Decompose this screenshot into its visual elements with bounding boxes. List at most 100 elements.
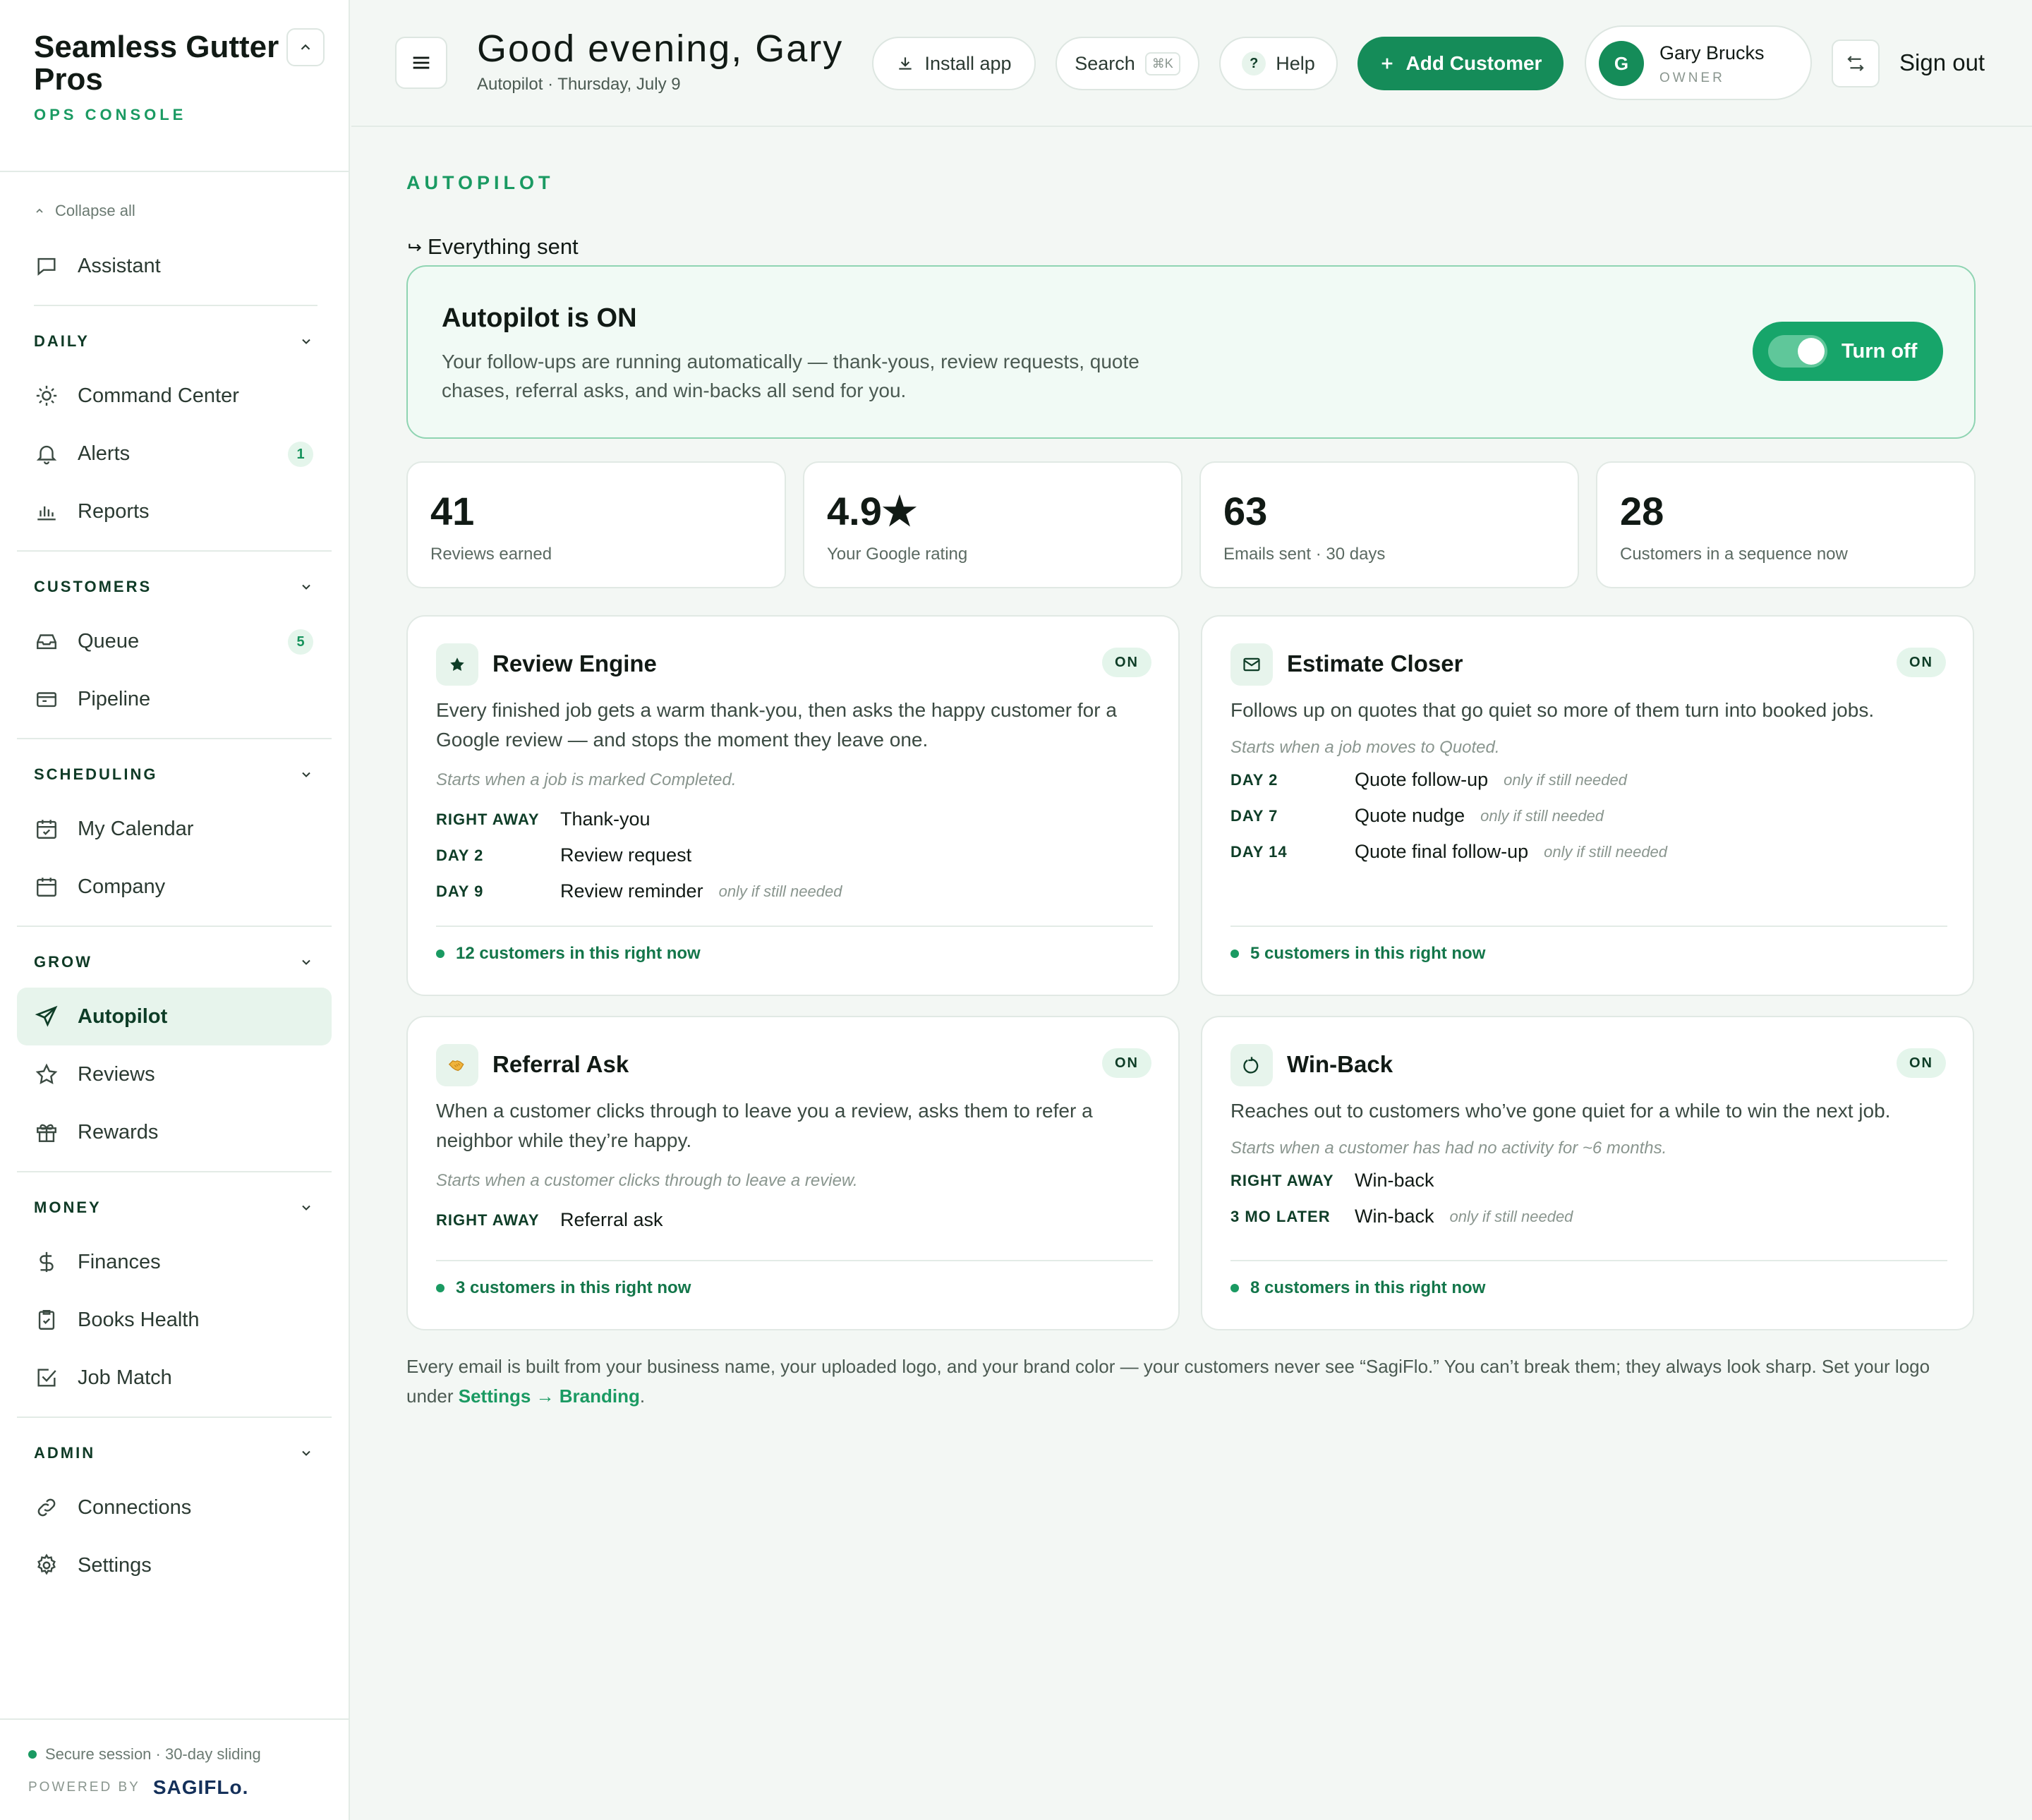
sidebar-item-my-calendar[interactable]: My Calendar [17, 800, 332, 858]
nav-section-label: CUSTOMERS [34, 578, 152, 595]
user-menu[interactable]: G Gary Brucks OWNER [1585, 25, 1812, 100]
everything-sent-link[interactable]: Everything sent [406, 234, 579, 260]
sidebar-item-command-center[interactable]: Command Center [17, 367, 332, 425]
nav-section-customers[interactable]: CUSTOMERS [17, 562, 332, 612]
nav-section-money[interactable]: MONEY [17, 1182, 332, 1233]
plus-icon [1381, 58, 1392, 69]
step-note: only if still needed [1504, 770, 1627, 789]
step-row: DAY 9 Review reminder only if still need… [436, 873, 1156, 909]
step-name: Review reminder [560, 880, 703, 902]
star-icon [436, 643, 478, 686]
branding-footnote: Every email is built from your business … [406, 1352, 1976, 1411]
nav-section-grow[interactable]: GROW [17, 937, 332, 988]
sun-icon [34, 383, 59, 408]
card-description: When a customer clicks through to leave … [436, 1100, 1093, 1151]
card-description: Every finished job gets a warm thank-you… [436, 699, 1117, 751]
step-timing: DAY 9 [436, 882, 484, 900]
card-footer-label: 12 customers in this right now [456, 944, 701, 963]
step-row: RIGHT AWAY Referral ask [436, 1202, 1156, 1238]
help-label: Help [1276, 52, 1315, 74]
powered-by: POWERED BY SAGIFLo. [28, 1776, 248, 1799]
collapse-all-button[interactable]: Collapse all [17, 185, 332, 237]
card-footer: 5 customers in this right now [1230, 944, 1485, 964]
calendar-icon [34, 874, 59, 899]
stat-label: Your Google rating [827, 545, 968, 564]
checkbox-icon [34, 1365, 59, 1390]
everything-sent-label: Everything sent [428, 234, 579, 259]
status-dot [28, 1750, 37, 1759]
session-label: Secure session · 30-day sliding [45, 1745, 261, 1763]
sidebar-item-assistant[interactable]: Assistant [17, 237, 332, 295]
sign-out-link[interactable]: Sign out [1899, 49, 1985, 76]
swap-arrows-icon [1847, 56, 1864, 71]
pipeline-icon [34, 686, 59, 712]
sidebar-item-books-health[interactable]: Books Health [17, 1291, 332, 1349]
divider [436, 926, 1153, 927]
question-icon: ? [1242, 51, 1266, 75]
sidebar-item-rewards[interactable]: Rewards [17, 1103, 332, 1161]
sidebar-item-finances[interactable]: Finances [17, 1233, 332, 1291]
search-label: Search [1075, 52, 1135, 74]
user-name: Gary Brucks [1659, 42, 1765, 63]
autopilot-status-title: Autopilot is ON [442, 303, 637, 333]
nav-section-admin[interactable]: ADMIN [17, 1428, 332, 1479]
avatar: G [1599, 41, 1644, 86]
divider [17, 926, 332, 927]
stat-google-rating: 4.9★ Your Google rating [803, 461, 1183, 588]
sidebar-item-reports[interactable]: Reports [17, 483, 332, 540]
step-note: only if still needed [1449, 1207, 1573, 1225]
chevron-down-icon [302, 339, 310, 344]
chevron-down-icon [302, 584, 310, 590]
sidebar-item-reviews[interactable]: Reviews [17, 1045, 332, 1103]
step-timing: RIGHT AWAY [436, 1211, 540, 1229]
switch-account-button[interactable] [1832, 40, 1880, 87]
sagiflo-logo[interactable]: SAGIFLo. [153, 1776, 249, 1799]
install-app-label: Install app [924, 52, 1012, 74]
autopilot-toggle-button[interactable]: Turn off [1753, 322, 1943, 381]
sidebar-item-queue[interactable]: Queue 5 [17, 612, 332, 670]
add-customer-button[interactable]: Add Customer [1357, 37, 1564, 90]
card-trigger: Starts when a customer has had no activi… [1230, 1139, 1667, 1158]
sequence-card-referral-ask[interactable]: Referral Ask ON When a customer clicks t… [406, 1016, 1180, 1330]
sidebar-item-company[interactable]: Company [17, 858, 332, 916]
card-footer-label: 3 customers in this right now [456, 1278, 691, 1297]
sidebar-item-connections[interactable]: Connections [17, 1479, 332, 1536]
search-button[interactable]: Search ⌘K [1056, 37, 1199, 90]
clipboard-check-icon [34, 1307, 59, 1333]
step-name: Thank-you [560, 808, 651, 830]
install-app-button[interactable]: Install app [872, 37, 1036, 90]
greeting-title: Good evening, Gary [477, 28, 844, 70]
stat-value: 41 [430, 489, 475, 533]
sidebar-item-pipeline[interactable]: Pipeline [17, 670, 332, 728]
sequence-card-estimate-closer[interactable]: Estimate Closer ON Follows up on quotes … [1201, 615, 1974, 996]
step-list: RIGHT AWAY Thank-you DAY 2 Review reques… [436, 801, 1156, 909]
stat-label: Reviews earned [430, 545, 552, 564]
step-timing: DAY 7 [1230, 806, 1278, 825]
nav-section-scheduling[interactable]: SCHEDULING [17, 749, 332, 800]
chat-icon [34, 253, 59, 279]
sidebar-item-job-match[interactable]: Job Match [17, 1349, 332, 1407]
sidebar-item-settings[interactable]: Settings [17, 1536, 332, 1594]
sidebar-item-autopilot[interactable]: Autopilot [17, 988, 332, 1045]
step-name: Review request [560, 844, 692, 866]
sidebar-collapse-button[interactable] [286, 28, 325, 66]
calendar-check-icon [34, 816, 59, 842]
card-description: Follows up on quotes that go quiet so mo… [1230, 699, 1875, 721]
nav-section-daily[interactable]: DAILY [17, 316, 332, 367]
step-row: RIGHT AWAY Win-back [1230, 1163, 1950, 1199]
sequence-card-win-back[interactable]: Win-Back ON Reaches out to customers who… [1201, 1016, 1974, 1330]
settings-branding-link[interactable]: Settings → Branding [459, 1385, 640, 1407]
step-row: DAY 7 Quote nudge only if still needed [1230, 798, 1950, 834]
divider [0, 1718, 350, 1720]
sequence-card-review-engine[interactable]: Review Engine ON Every finished job gets… [406, 615, 1180, 996]
hamburger-icon [413, 56, 430, 69]
sidebar-item-alerts[interactable]: Alerts 1 [17, 425, 332, 483]
sidebar-item-label: Pipeline [78, 687, 151, 710]
help-button[interactable]: ? Help [1219, 37, 1338, 90]
sidebar-item-label: My Calendar [78, 817, 194, 840]
step-row: DAY 14 Quote final follow-up only if sti… [1230, 834, 1950, 870]
menu-button[interactable] [395, 37, 447, 89]
status-badge: ON [1102, 648, 1151, 677]
stat-value: 63 [1223, 489, 1268, 533]
chevron-down-icon [302, 772, 310, 777]
